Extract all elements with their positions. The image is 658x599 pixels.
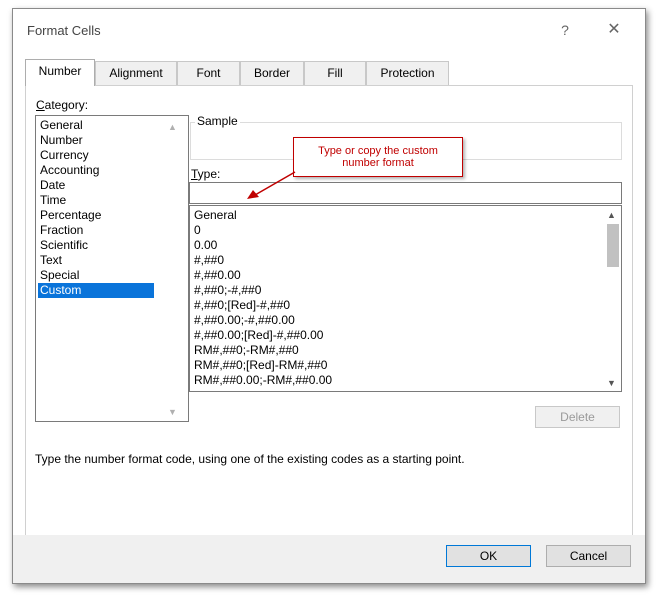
chevron-down-icon[interactable]: ▼: [168, 407, 177, 417]
format-item[interactable]: #,##0.00;-#,##0.00: [194, 313, 295, 328]
format-item[interactable]: #,##0: [194, 253, 224, 268]
category-item-currency[interactable]: Currency: [38, 148, 154, 163]
tab-protection[interactable]: Protection: [366, 61, 449, 85]
tab-number[interactable]: Number: [25, 59, 95, 86]
tab-border[interactable]: Border: [240, 61, 304, 85]
tab-alignment[interactable]: Alignment: [95, 61, 177, 85]
format-item[interactable]: RM#,##0;-RM#,##0: [194, 343, 299, 358]
chevron-up-icon[interactable]: ▲: [168, 122, 177, 132]
format-item[interactable]: #,##0;[Red]-#,##0: [194, 298, 290, 313]
category-label: Category:: [36, 98, 89, 112]
category-item-custom[interactable]: Custom: [38, 283, 154, 298]
category-item-general[interactable]: General: [38, 118, 154, 133]
tab-fill[interactable]: Fill: [304, 61, 366, 85]
category-list[interactable]: General Number Currency Accounting Date …: [35, 115, 189, 422]
format-item[interactable]: RM#,##0;[Red]-RM#,##0: [194, 358, 327, 373]
category-item-time[interactable]: Time: [38, 193, 154, 208]
category-item-percentage[interactable]: Percentage: [38, 208, 154, 223]
annotation-arrow-icon: [247, 171, 296, 199]
type-label: Type:: [191, 167, 221, 181]
annotation-callout: Type or copy the custom number format: [293, 137, 463, 177]
format-item[interactable]: RM#,##0.00;-RM#,##0.00: [194, 373, 332, 388]
format-item[interactable]: #,##0.00;[Red]-#,##0.00: [194, 328, 323, 343]
delete-button[interactable]: Delete: [535, 406, 620, 428]
hint-text: Type the number format code, using one o…: [35, 452, 465, 466]
close-button[interactable]: ✕: [603, 19, 625, 41]
category-item-accounting[interactable]: Accounting: [38, 163, 154, 178]
scroll-down-icon[interactable]: ▼: [607, 378, 616, 388]
format-item[interactable]: 0.00: [194, 238, 217, 253]
category-item-text[interactable]: Text: [38, 253, 154, 268]
category-item-special[interactable]: Special: [38, 268, 154, 283]
format-code-list[interactable]: General 0 0.00 #,##0 #,##0.00 #,##0;-#,#…: [189, 205, 622, 392]
scroll-up-icon[interactable]: ▲: [607, 210, 616, 220]
format-item[interactable]: General: [194, 208, 237, 223]
help-button[interactable]: ?: [554, 19, 576, 41]
tab-font[interactable]: Font: [177, 61, 240, 85]
sample-label: Sample: [195, 114, 240, 128]
category-item-date[interactable]: Date: [38, 178, 154, 193]
category-item-number[interactable]: Number: [38, 133, 154, 148]
format-item[interactable]: #,##0;-#,##0: [194, 283, 261, 298]
format-item[interactable]: #,##0.00: [194, 268, 241, 283]
format-list-scrollbar[interactable]: ▲ ▼: [604, 206, 621, 391]
category-item-fraction[interactable]: Fraction: [38, 223, 154, 238]
cancel-button[interactable]: Cancel: [546, 545, 631, 567]
format-cells-dialog: Format Cells ? ✕ Number Alignment Font B…: [12, 8, 646, 584]
category-item-scientific[interactable]: Scientific: [38, 238, 154, 253]
dialog-title: Format Cells: [27, 23, 101, 38]
ok-button[interactable]: OK: [446, 545, 531, 567]
format-item[interactable]: 0: [194, 223, 201, 238]
scrollbar-thumb[interactable]: [607, 224, 619, 267]
